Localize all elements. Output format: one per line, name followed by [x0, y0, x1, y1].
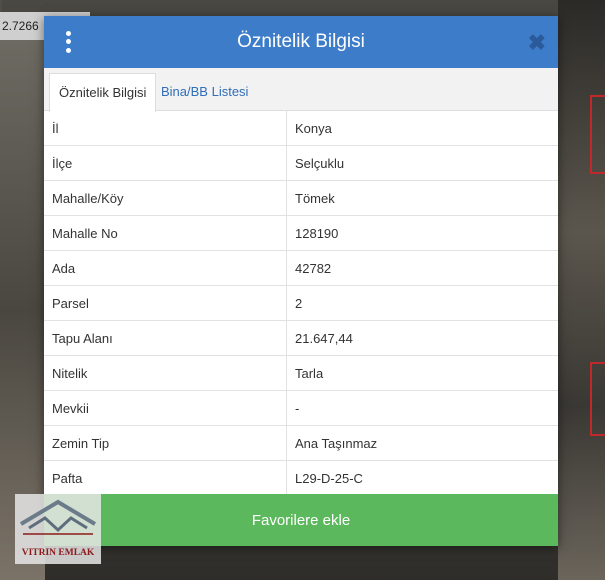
dialog-title: Öznitelik Bilgisi — [237, 31, 365, 52]
attribute-value: Tarla — [286, 355, 558, 391]
table-row: Tapu Alanı 21.647,44 — [44, 320, 558, 356]
watermark-logo: VITRIN EMLAK — [15, 494, 101, 564]
attribute-key: Pafta — [44, 460, 287, 496]
table-row: Pafta L29-D-25-C — [44, 460, 558, 496]
table-row: Mevkii - — [44, 390, 558, 426]
table-row: Ada 42782 — [44, 250, 558, 286]
attribute-dialog: Öznitelik Bilgisi ✖ Öznitelik Bilgisi Bi… — [44, 16, 558, 546]
attribute-value: 42782 — [286, 250, 558, 286]
attribute-key: Zemin Tip — [44, 425, 287, 461]
tab-attribute-info[interactable]: Öznitelik Bilgisi — [49, 73, 157, 112]
tab-building-list[interactable]: Bina/BB Listesi — [152, 73, 257, 110]
table-row: Zemin Tip Ana Taşınmaz — [44, 425, 558, 461]
table-row: İlçe Selçuklu — [44, 145, 558, 181]
attribute-value: Ana Taşınmaz — [286, 425, 558, 461]
map-area-right — [558, 0, 605, 580]
parcel-outline — [590, 95, 605, 174]
attribute-value: 21.647,44 — [286, 320, 558, 356]
attribute-value: Tömek — [286, 180, 558, 216]
add-favorite-button[interactable]: Favorilere ekle — [44, 494, 558, 546]
attribute-key: İl — [44, 111, 287, 146]
attribute-key: Tapu Alanı — [44, 320, 287, 356]
attribute-key: İlçe — [44, 145, 287, 181]
table-row: Parsel 2 — [44, 285, 558, 321]
attribute-value: 128190 — [286, 215, 558, 251]
attribute-value: Konya — [286, 111, 558, 146]
vertical-dots-icon[interactable] — [58, 29, 78, 55]
attribute-key: Mevkii — [44, 390, 287, 426]
attribute-key: Mahalle No — [44, 215, 287, 251]
dialog-header: Öznitelik Bilgisi ✖ — [44, 16, 558, 68]
attribute-table: İl Konya İlçe Selçuklu Mahalle/Köy Tömek Mahal… — [44, 111, 558, 496]
parcel-outline — [590, 362, 605, 436]
attribute-key: Nitelik — [44, 355, 287, 391]
attribute-key: Mahalle/Köy — [44, 180, 287, 216]
attribute-value: Selçuklu — [286, 145, 558, 181]
table-row: Nitelik Tarla — [44, 355, 558, 391]
tab-bar: Öznitelik Bilgisi Bina/BB Listesi — [44, 68, 558, 112]
logo-text: VITRIN EMLAK — [21, 548, 95, 558]
house-logo-icon — [19, 499, 97, 535]
attribute-key: Ada — [44, 250, 287, 286]
table-row: İl Konya — [44, 111, 558, 146]
table-row: Mahalle/Köy Tömek — [44, 180, 558, 216]
attribute-value: - — [286, 390, 558, 426]
attribute-value: L29-D-25-C — [286, 460, 558, 496]
close-icon[interactable]: ✖ — [528, 30, 546, 56]
attribute-value: 2 — [286, 285, 558, 321]
table-row: Mahalle No 128190 — [44, 215, 558, 251]
attribute-key: Parsel — [44, 285, 287, 321]
